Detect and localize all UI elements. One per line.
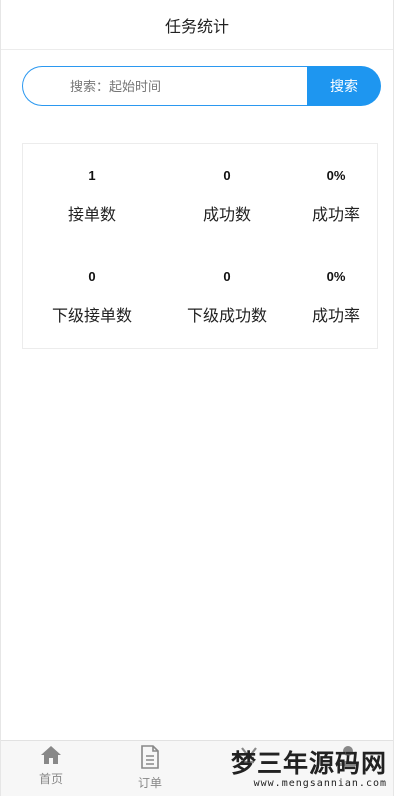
home-icon — [41, 746, 61, 764]
stat-value: 0% — [326, 168, 346, 183]
tab-home[interactable]: 首页 — [21, 745, 81, 787]
stat-value: 0% — [326, 269, 346, 284]
stat-value: 0 — [223, 168, 231, 183]
stats-row-subordinate: 0 下级接单数 0 下级成功数 0% 成功率 — [23, 265, 377, 345]
stat-label: 下级成功数 — [186, 308, 267, 325]
stat-label: 成功数 — [202, 207, 251, 224]
stat-orders-taken: 1 接单数 — [37, 164, 147, 228]
watermark-url: www.mengsannian.com — [253, 778, 387, 789]
watermark-title: 梦三年源码网 — [230, 749, 387, 778]
stat-value: 0 — [88, 269, 96, 284]
page-title: 任务统计 — [164, 18, 229, 36]
tab-label: 订单 — [137, 776, 162, 790]
tab-orders[interactable]: 订单 — [120, 745, 180, 791]
stat-value: 1 — [88, 168, 96, 183]
stat-sub-success-count: 0 下级成功数 — [172, 265, 282, 329]
stat-label: 下级接单数 — [51, 308, 132, 325]
stat-success-rate: 0% 成功率 — [281, 164, 391, 228]
page-header: 任务统计 — [1, 0, 393, 50]
stat-value: 0 — [223, 269, 231, 284]
stat-label: 成功率 — [311, 308, 360, 325]
stat-sub-success-rate: 0% 成功率 — [281, 265, 391, 329]
app-screen: 任务统计 搜索 1 接单数 0 成功数 0% 成功率 0 下级接单数 — [0, 0, 394, 796]
stats-panel: 1 接单数 0 成功数 0% 成功率 0 下级接单数 0 下级成功数 0% 成功… — [22, 143, 378, 349]
stat-label: 接单数 — [67, 207, 116, 224]
stat-sub-orders-taken: 0 下级接单数 — [37, 265, 147, 329]
watermark: 梦三年源码网 www.mengsannian.com — [231, 750, 387, 790]
document-icon — [141, 745, 159, 769]
search-bar: 搜索 — [22, 66, 381, 106]
stat-success-count: 0 成功数 — [172, 164, 282, 228]
stat-label: 成功率 — [311, 207, 360, 224]
search-button[interactable]: 搜索 — [307, 66, 381, 106]
tab-label: 首页 — [38, 772, 63, 786]
stats-row-own: 1 接单数 0 成功数 0% 成功率 — [23, 164, 377, 244]
search-input[interactable] — [22, 66, 307, 106]
